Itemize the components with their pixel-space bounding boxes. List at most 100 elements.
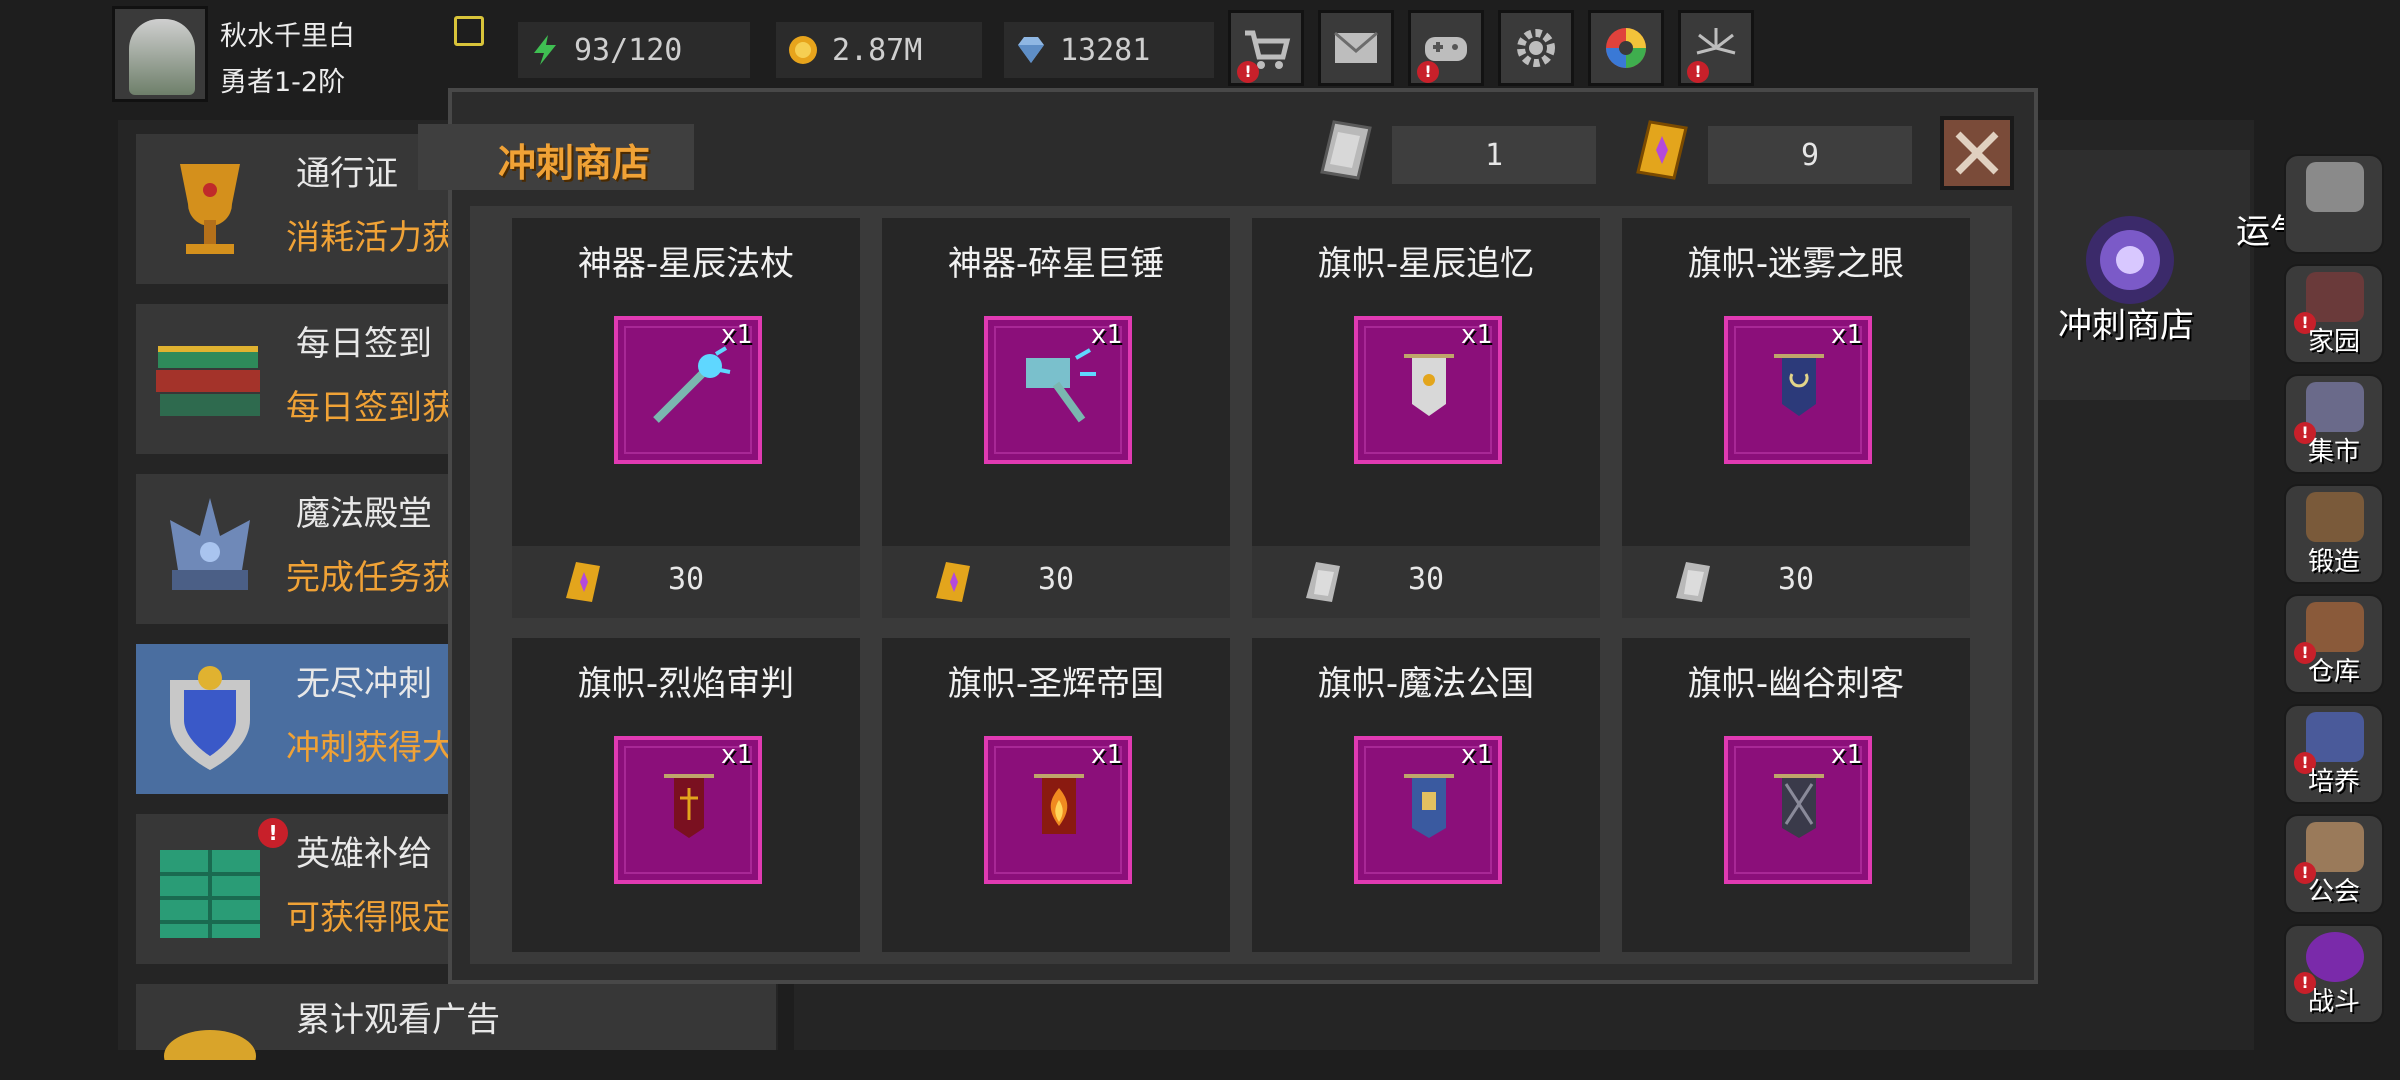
- side-menu-market[interactable]: ! 集市: [2284, 374, 2384, 474]
- valley-assassin-banner-icon: [1774, 774, 1824, 838]
- alert-badge: !: [258, 818, 288, 848]
- shop-item-card[interactable]: 旗帜-迷雾之眼 x1 30: [1622, 218, 1970, 618]
- alert-badge: !: [1417, 61, 1439, 83]
- starry-banner-icon: [1404, 354, 1454, 416]
- shop-item-card[interactable]: 旗帜-星辰追忆 x1 30: [1252, 218, 1600, 618]
- side-menu-label: 仓库: [2307, 657, 2360, 687]
- mail-button[interactable]: [1318, 10, 1394, 86]
- edit-name-icon[interactable]: [454, 16, 484, 46]
- mail-icon: [1334, 31, 1378, 63]
- list-item-desc: 每日签到获: [286, 388, 456, 428]
- item-frame: x1: [984, 316, 1132, 464]
- item-frame: x1: [984, 736, 1132, 884]
- side-helmet-button[interactable]: [2284, 154, 2384, 254]
- gold-value: 2.87M: [832, 32, 923, 68]
- color-wheel-button[interactable]: [1588, 10, 1664, 86]
- item-frame: x1: [1724, 736, 1872, 884]
- star-staff-icon: [653, 346, 731, 423]
- sprint-shop-label[interactable]: 冲刺商店: [2058, 298, 2194, 347]
- item-frame: x1: [1724, 316, 1872, 464]
- item-name: 神器-碎星巨锤: [947, 244, 1165, 284]
- item-name: 旗帜-圣辉帝国: [947, 664, 1165, 704]
- item-price[interactable]: 30: [882, 546, 1230, 618]
- item-quantity: x1: [1090, 740, 1122, 770]
- list-item-ad-watch[interactable]: 累计观看广告: [136, 984, 776, 1060]
- sprint-shop-portal-icon[interactable]: [2070, 210, 2190, 310]
- side-menu-home[interactable]: ! 家园: [2284, 264, 2384, 364]
- item-quantity: x1: [1830, 320, 1862, 350]
- list-item-title: 英雄补给: [296, 834, 432, 874]
- golden-chalice-icon: [180, 164, 240, 254]
- list-item-desc: 冲刺获得大: [286, 728, 456, 768]
- alert-badge: !: [1687, 61, 1709, 83]
- energy-value: 93/120: [574, 32, 683, 68]
- side-menu-training[interactable]: ! 培养: [2284, 704, 2384, 804]
- magic-duchy-banner-icon: [1404, 774, 1454, 838]
- silver-token-icon: [1320, 120, 1372, 180]
- side-menu-battle[interactable]: ! 战斗: [2284, 924, 2384, 1024]
- list-item-title: 魔法殿堂: [296, 494, 432, 534]
- shop-title: 冲刺商店: [498, 141, 651, 185]
- castle-icon: [2306, 272, 2364, 322]
- shop-item-card[interactable]: 旗帜-圣辉帝国 x1: [882, 638, 1230, 952]
- item-price[interactable]: 30: [1252, 546, 1600, 618]
- item-name: 旗帜-烈焰审判: [577, 664, 795, 704]
- mist-eye-banner-icon: [1774, 354, 1824, 416]
- energy-counter: 93/120: [518, 22, 750, 78]
- gamepad-button[interactable]: !: [1408, 10, 1484, 86]
- player-rank: 勇者1-2阶: [220, 67, 346, 98]
- flame-judgment-banner-icon: [664, 774, 714, 838]
- holy-empire-banner-icon: [1034, 774, 1084, 834]
- item-quantity: x1: [1830, 740, 1862, 770]
- sprint-shield-icon: [170, 666, 250, 770]
- anvil-hammer-icon: [2306, 492, 2364, 542]
- item-price-value: 30: [1777, 562, 1815, 597]
- item-price-value: 30: [1037, 562, 1075, 597]
- item-frame: x1: [614, 736, 762, 884]
- shop-item-card[interactable]: 旗帜-幽谷刺客 x1: [1622, 638, 1970, 952]
- battle-portal-icon: [2306, 932, 2364, 982]
- side-menu-label: 培养: [2307, 767, 2360, 797]
- fireworks-button[interactable]: !: [1678, 10, 1754, 86]
- list-item-desc: 消耗活力获: [286, 218, 456, 258]
- stacked-books-icon: [156, 346, 260, 416]
- silver-token-count: 1: [1392, 126, 1596, 184]
- player-avatar[interactable]: [112, 6, 208, 102]
- diamond-value: 13281: [1060, 32, 1151, 68]
- shop-cart-button[interactable]: !: [1228, 10, 1304, 86]
- shop-item-card[interactable]: 神器-星辰法杖 x1 30: [512, 218, 860, 618]
- avatar-portrait: [129, 19, 195, 95]
- shop-item-card[interactable]: 旗帜-魔法公国 x1: [1252, 638, 1600, 952]
- gold-coin-pile-icon: [164, 1030, 256, 1060]
- side-menu-warehouse[interactable]: ! 仓库: [2284, 594, 2384, 694]
- market-stall-icon: [2306, 382, 2364, 432]
- settings-button[interactable]: [1498, 10, 1574, 86]
- item-price[interactable]: 30: [1622, 546, 1970, 618]
- item-quantity: x1: [1460, 320, 1492, 350]
- list-item-title: 累计观看广告: [296, 1000, 500, 1040]
- close-icon: [1955, 131, 1999, 175]
- item-quantity: x1: [720, 740, 752, 770]
- close-button[interactable]: [1940, 116, 2014, 190]
- item-frame: x1: [1354, 316, 1502, 464]
- list-item-title: 通行证: [296, 154, 398, 194]
- guild-lion-icon: [2306, 822, 2364, 872]
- helmet-icon: [2306, 162, 2364, 212]
- item-quantity: x1: [720, 320, 752, 350]
- item-frame: x1: [614, 316, 762, 464]
- side-menu-forge[interactable]: 锻造: [2284, 484, 2384, 584]
- side-menu-guild[interactable]: ! 公会: [2284, 814, 2384, 914]
- green-chest-icon: [160, 850, 260, 938]
- energy-icon: [534, 35, 556, 65]
- item-price-value: 30: [667, 562, 705, 597]
- list-item-title: 无尽冲刺: [296, 664, 432, 704]
- list-item-desc: 可获得限定: [286, 898, 456, 938]
- shop-item-card[interactable]: 旗帜-烈焰审判 x1: [512, 638, 860, 952]
- gold-coin-icon: [789, 36, 817, 64]
- alert-badge: !: [1237, 61, 1259, 83]
- shop-item-card[interactable]: 神器-碎星巨锤 x1 30: [882, 218, 1230, 618]
- item-quantity: x1: [1090, 320, 1122, 350]
- item-name: 旗帜-幽谷刺客: [1687, 664, 1905, 704]
- list-item-desc: 完成任务获: [286, 558, 456, 598]
- item-price[interactable]: 30: [512, 546, 860, 618]
